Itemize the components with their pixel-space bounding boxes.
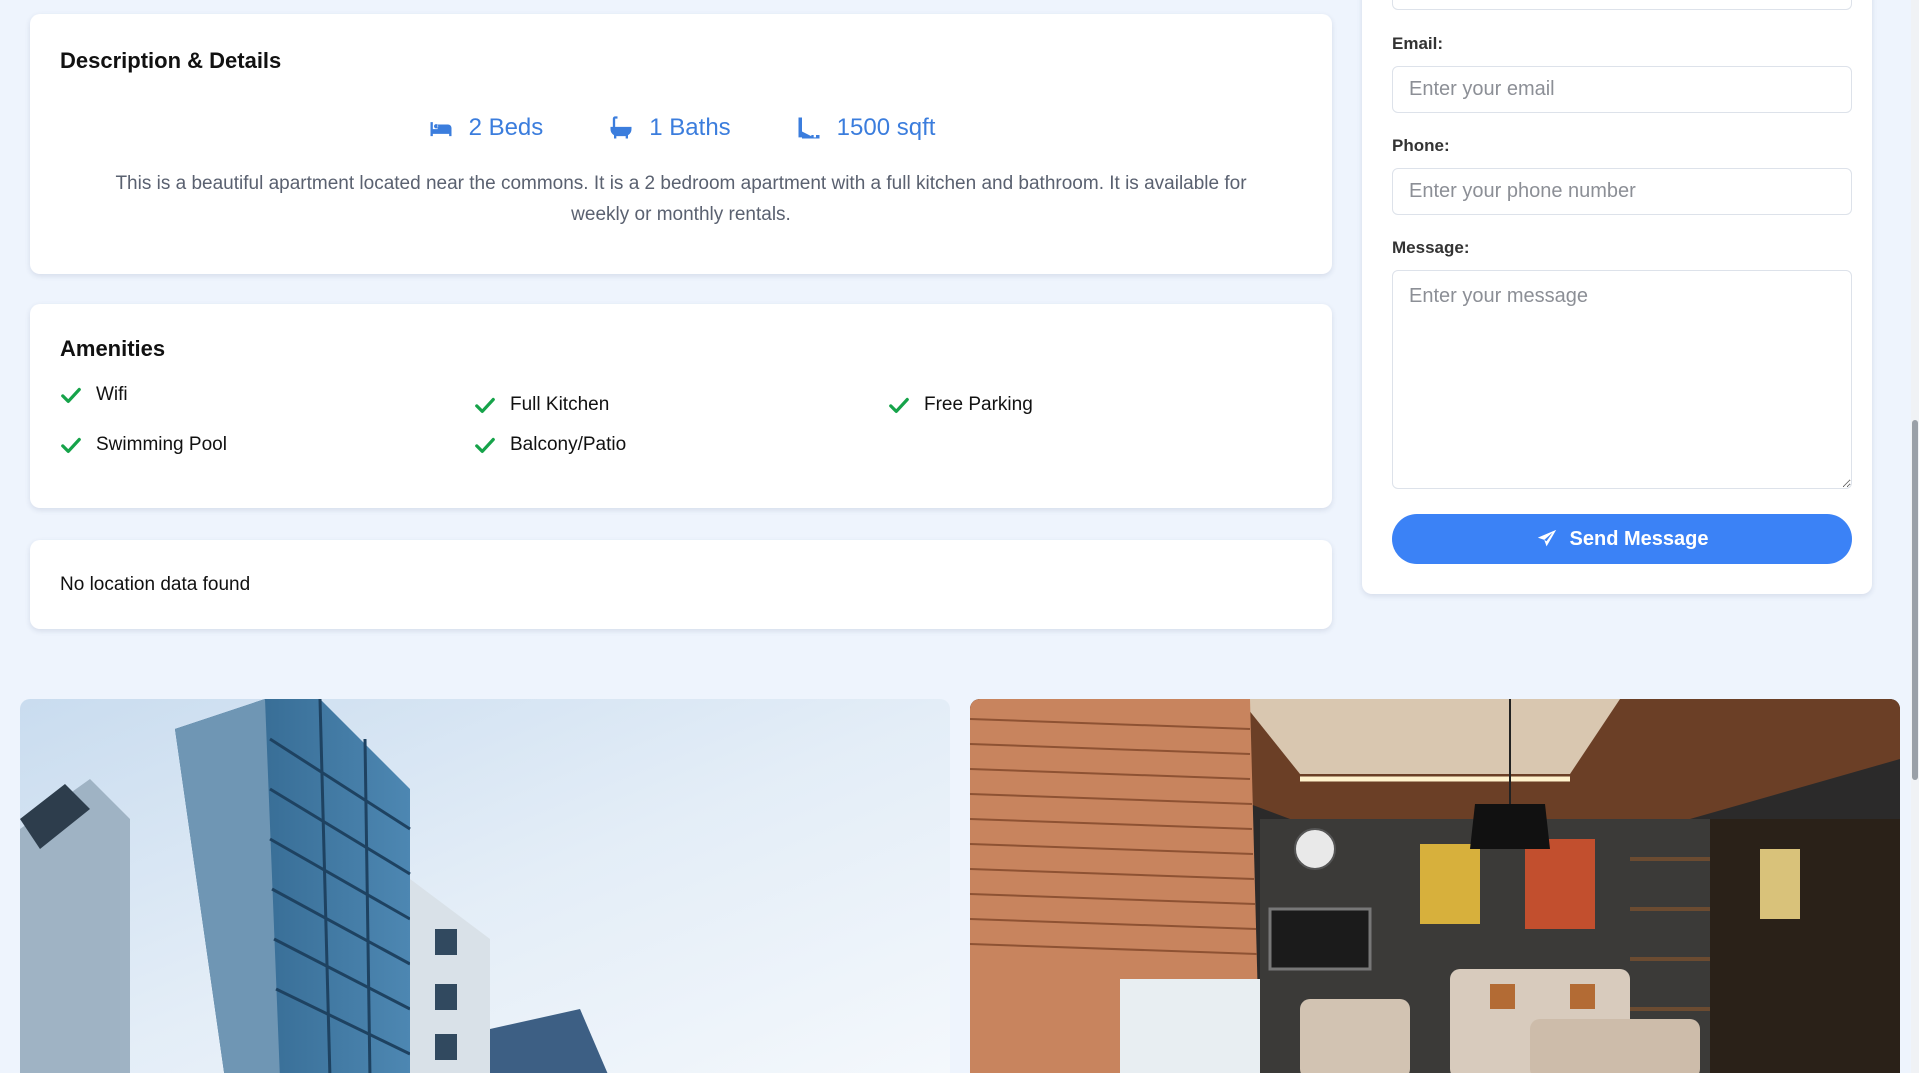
living-room-image <box>970 699 1900 1073</box>
building-exterior-photo[interactable] <box>20 699 950 1073</box>
description-text: This is a beautiful apartment located ne… <box>115 173 1247 225</box>
amenity-item: Swimming Pool <box>60 434 227 456</box>
amenity-label: Full Kitchen <box>510 394 610 415</box>
phone-field[interactable] <box>1392 168 1852 215</box>
amenity-item: Free Parking <box>888 394 1033 416</box>
beds-stat: 2 Beds <box>427 114 544 142</box>
amenity-label: Free Parking <box>924 394 1033 415</box>
amenity-item: Balcony/Patio <box>474 434 626 456</box>
area-stat: 1500 sqft <box>795 114 936 142</box>
property-details-page: Description & Details 2 Beds 1 Baths 150… <box>0 0 1919 1073</box>
baths-stat: 1 Baths <box>607 114 731 142</box>
check-icon <box>475 397 495 414</box>
description-title: Description & Details <box>60 48 282 73</box>
living-room-photo[interactable] <box>970 699 1900 1073</box>
check-icon <box>889 397 909 414</box>
ruler-icon <box>798 117 820 139</box>
check-icon <box>61 387 81 404</box>
bath-icon <box>610 116 632 139</box>
amenity-item: Full Kitchen <box>474 394 609 416</box>
amenities-title: Amenities <box>60 336 166 361</box>
page-scrollbar[interactable] <box>1911 0 1919 1073</box>
scrollbar-thumb[interactable] <box>1912 420 1918 780</box>
send-message-label: Send Message <box>1569 527 1709 550</box>
amenities-list: Wifi Full Kitchen Free Parking Swimming … <box>60 384 1302 494</box>
location-empty-message: No location data found <box>60 573 251 595</box>
email-field[interactable] <box>1392 66 1852 113</box>
baths-value: 1 Baths <box>649 114 731 141</box>
email-label: Email: <box>1392 34 1444 53</box>
phone-label: Phone: <box>1392 136 1450 155</box>
amenities-card: Amenities Wifi Full Kitchen Free Parking… <box>30 304 1332 508</box>
building-exterior-image <box>20 699 950 1073</box>
bed-icon <box>430 122 452 137</box>
property-stats: 2 Beds 1 Baths 1500 sqft <box>60 114 1302 142</box>
check-icon <box>61 437 81 454</box>
send-message-button[interactable]: Send Message <box>1392 514 1852 564</box>
paper-plane-icon <box>1537 529 1556 547</box>
amenity-item: Wifi <box>60 384 128 406</box>
amenity-label: Swimming Pool <box>96 434 227 455</box>
contact-form: Email: Phone: Message: Send Message <box>1362 0 1872 594</box>
amenity-label: Wifi <box>96 384 128 405</box>
message-field[interactable] <box>1392 270 1852 489</box>
name-field[interactable] <box>1392 0 1852 10</box>
beds-value: 2 Beds <box>468 114 544 141</box>
location-card: No location data found <box>30 540 1332 629</box>
check-icon <box>475 437 495 454</box>
message-label: Message: <box>1392 238 1470 257</box>
description-card: Description & Details 2 Beds 1 Baths 150… <box>30 14 1332 274</box>
amenity-label: Balcony/Patio <box>510 434 627 455</box>
area-value: 1500 sqft <box>836 114 936 141</box>
